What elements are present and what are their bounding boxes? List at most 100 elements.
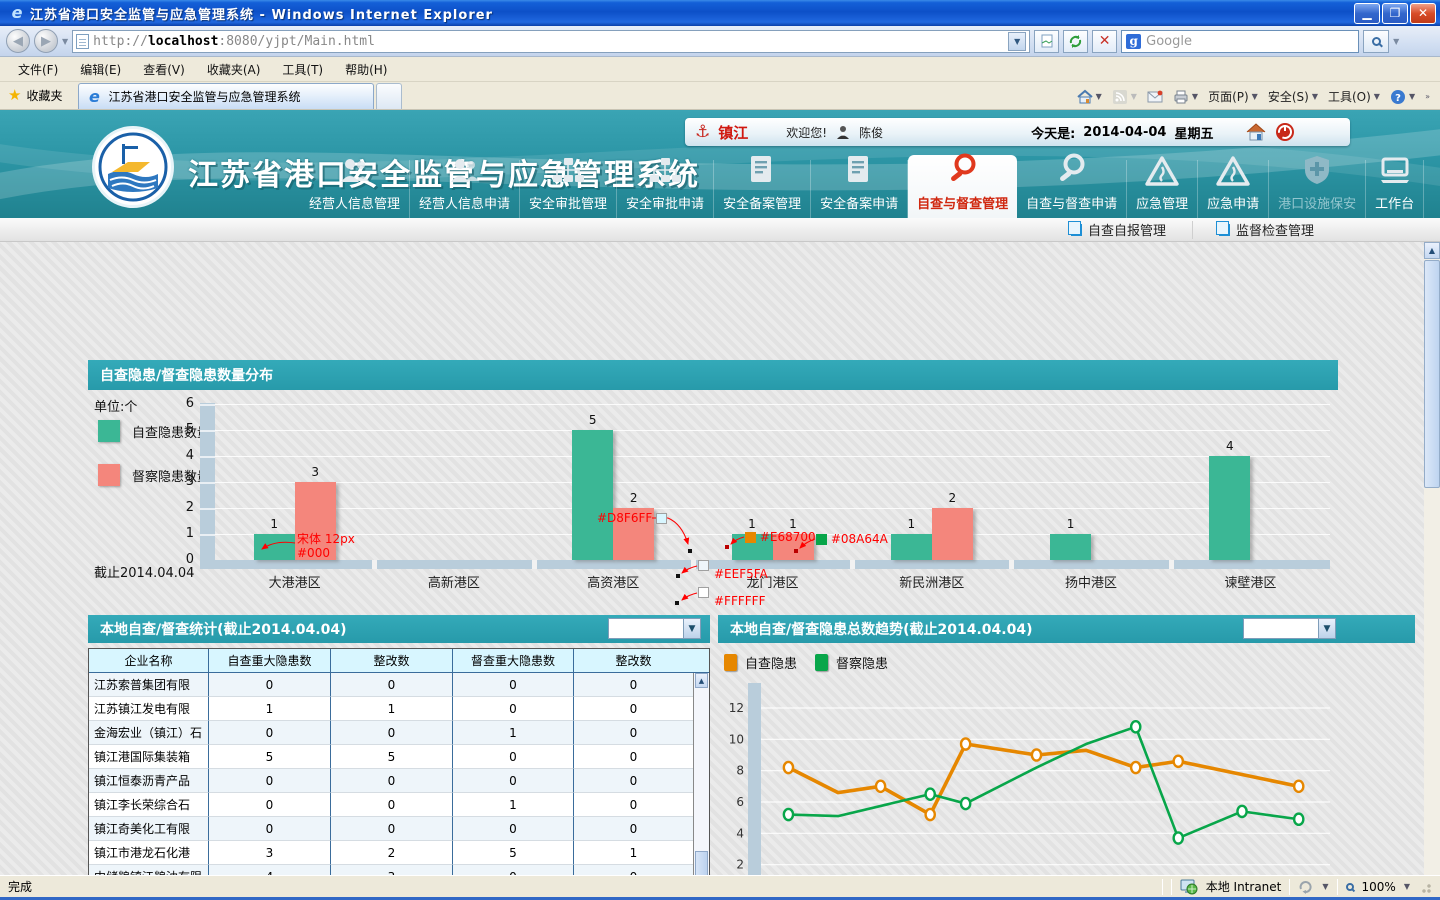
cell-value: 0	[574, 817, 693, 841]
tools-menu[interactable]: 工具(O)▼	[1328, 88, 1380, 105]
table-row-6[interactable]: 镇江奇美化工有限0000	[89, 817, 709, 841]
dropdown-arrow-icon[interactable]: ▼	[1318, 619, 1335, 638]
table-panel-dropdown[interactable]: ▼	[608, 618, 701, 639]
nav-item-3[interactable]: 安全审批申请	[617, 160, 714, 218]
bar-y-tick: 0	[172, 552, 194, 567]
dropdown-arrow-icon[interactable]: ▼	[683, 619, 700, 638]
nav-item-11[interactable]: 工作台	[1366, 160, 1424, 218]
print-button[interactable]: ▼	[1173, 89, 1198, 105]
bar-chart-title: 自查隐患/督查隐患数量分布	[88, 360, 1338, 390]
address-input[interactable]: http://localhost:8080/yjpt/Main.html ▼	[72, 30, 1030, 53]
compatibility-view-button[interactable]	[1034, 30, 1059, 53]
company-name: 镇江恒泰沥青产品	[89, 769, 209, 793]
today-weekday: 星期五	[1174, 123, 1213, 142]
maximize-button[interactable]: ❐	[1382, 3, 1408, 24]
menu-item-4[interactable]: 工具(T)	[272, 58, 333, 81]
table-row-3[interactable]: 镇江港国际集装箱5500	[89, 745, 709, 769]
read-mail-button[interactable]	[1147, 89, 1163, 105]
bar-selfcheck-6[interactable]	[1209, 456, 1250, 560]
page-viewport: 江苏省港口安全监管与应急管理系统 ⚓ 镇江 欢迎您! 陈俊 今天是: 2014-…	[0, 110, 1440, 875]
table-row-2[interactable]: 金海宏业（镇江）石0010	[89, 721, 709, 745]
line-chart-panel: 自查隐患督察隐患 02468101220102011201220132014	[718, 643, 1415, 900]
nav-item-6[interactable]: 自查与督查管理	[908, 155, 1017, 218]
menu-item-3[interactable]: 收藏夹(A)	[197, 58, 271, 81]
nav-item-0[interactable]: 经营人信息管理	[300, 160, 410, 218]
protected-mode-icon[interactable]	[1298, 880, 1314, 894]
line-panel-dropdown[interactable]: ▼	[1243, 618, 1336, 639]
history-dropdown-icon[interactable]: ▼	[62, 37, 68, 46]
nav-item-2[interactable]: 安全审批管理	[520, 160, 617, 218]
favorites-label[interactable]: 收藏夹	[26, 87, 62, 104]
stop-button[interactable]: ✕	[1092, 30, 1117, 53]
nav-item-4[interactable]: 安全备案管理	[714, 160, 811, 218]
help-menu[interactable]: ? ▼	[1390, 89, 1415, 105]
nav-item-5[interactable]: 安全备案申请	[811, 160, 908, 218]
shield-icon	[1302, 154, 1332, 190]
menu-item-5[interactable]: 帮助(H)	[335, 58, 397, 81]
annotation-supervise-color: #08A64A	[816, 532, 888, 546]
close-button[interactable]: ✕	[1410, 3, 1436, 24]
zoom-level[interactable]: 100%	[1362, 880, 1396, 894]
menu-item-1[interactable]: 编辑(E)	[70, 58, 131, 81]
cell-value: 5	[453, 841, 574, 865]
table-scrollbar[interactable]: ▲ ▼	[693, 673, 709, 900]
line-chart-panel-header: 本地自查/督查隐患总数趋势(截止2014.04.04) ▼	[718, 615, 1415, 643]
feeds-button[interactable]: ▼	[1112, 89, 1137, 105]
anchor-icon: ⚓	[695, 122, 710, 142]
address-dropdown-button[interactable]: ▼	[1008, 32, 1026, 51]
table-row-7[interactable]: 镇江市港龙石化港3251	[89, 841, 709, 865]
user-name: 陈俊	[859, 124, 883, 141]
nav-item-1[interactable]: 经营人信息申请	[410, 160, 520, 218]
refresh-button[interactable]	[1063, 30, 1088, 53]
nav-item-9[interactable]: 应急申请	[1198, 160, 1269, 218]
favorites-star-icon[interactable]: ★	[8, 86, 21, 104]
logout-power-icon[interactable]	[1275, 122, 1295, 142]
page-scrollbar[interactable]: ▲ ▼	[1424, 242, 1440, 900]
menu-item-0[interactable]: 文件(F)	[8, 58, 68, 81]
table-row-4[interactable]: 镇江恒泰沥青产品0000	[89, 769, 709, 793]
nav-item-10[interactable]: 港口设施保安	[1269, 160, 1366, 218]
overflow-chevron-icon[interactable]: »	[1425, 92, 1430, 101]
back-button[interactable]: ◀	[6, 29, 30, 53]
table-row-0[interactable]: 江苏索普集团有限0000	[89, 673, 709, 697]
subnav-item-0[interactable]: 自查自报管理	[1045, 221, 1192, 239]
bar-value-label: 1	[254, 517, 295, 531]
table-row-5[interactable]: 镇江李长荣综合石0010	[89, 793, 709, 817]
statistics-table: 企业名称自查重大隐患数整改数督查重大隐患数整改数江苏索普集团有限0000江苏镇江…	[88, 648, 710, 900]
page-menu[interactable]: 页面(P)▼	[1208, 88, 1258, 105]
subnav-item-1[interactable]: 监督检查管理	[1192, 221, 1340, 239]
search-options-icon[interactable]: ▼	[1393, 37, 1399, 46]
home-shortcut-icon[interactable]	[1245, 122, 1267, 142]
scroll-up-icon[interactable]: ▲	[1424, 242, 1440, 259]
intranet-zone-icon	[1180, 879, 1198, 895]
bar-selfcheck-2[interactable]	[572, 430, 613, 560]
bar-selfcheck-0[interactable]	[254, 534, 295, 560]
scrollbar-thumb[interactable]	[1424, 260, 1440, 488]
nav-item-label: 港口设施保安	[1278, 190, 1356, 218]
bar-supervise-4[interactable]	[932, 508, 973, 560]
subnav-item-label: 监督检查管理	[1236, 220, 1314, 239]
bar-selfcheck-5[interactable]	[1050, 534, 1091, 560]
nav-item-7[interactable]: 自查与督查申请	[1017, 160, 1127, 218]
line-chart-title: 本地自查/督查隐患总数趋势(截止2014.04.04)	[730, 619, 1032, 639]
minimize-button[interactable]: ▁	[1354, 3, 1380, 24]
forward-button[interactable]: ▶	[34, 29, 58, 53]
cell-value: 3	[209, 841, 331, 865]
menu-item-2[interactable]: 查看(V)	[133, 58, 195, 81]
menu-bar: 文件(F)编辑(E)查看(V)收藏夹(A)工具(T)帮助(H)	[0, 57, 1440, 82]
nav-item-label: 工作台	[1375, 190, 1414, 218]
company-name: 江苏索普集团有限	[89, 673, 209, 697]
new-tab-button[interactable]	[376, 83, 402, 109]
search-button[interactable]	[1363, 30, 1389, 53]
bar-selfcheck-4[interactable]	[891, 534, 932, 560]
nav-item-label: 应急管理	[1136, 190, 1188, 218]
flow-icon	[551, 156, 585, 190]
table-row-1[interactable]: 江苏镇江发电有限1100	[89, 697, 709, 721]
home-button[interactable]: ▼	[1077, 89, 1102, 105]
safety-menu[interactable]: 安全(S)▼	[1268, 88, 1318, 105]
scroll-up-icon[interactable]: ▲	[695, 673, 708, 688]
browser-tab[interactable]: e 江苏省港口安全监管与应急管理系统	[78, 83, 374, 109]
resize-grip	[1418, 880, 1432, 894]
search-input[interactable]: g Google	[1121, 30, 1359, 53]
nav-item-8[interactable]: 应急管理	[1127, 160, 1198, 218]
